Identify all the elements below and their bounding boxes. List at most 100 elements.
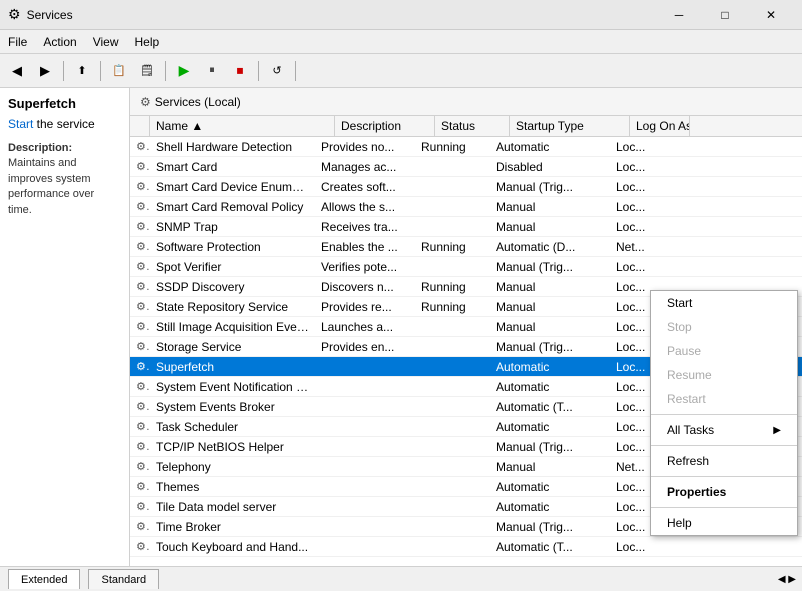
- ctx-label: Help: [667, 516, 692, 530]
- row-name: Time Broker: [150, 519, 315, 535]
- row-name: Task Scheduler: [150, 419, 315, 435]
- menu-view[interactable]: View: [85, 30, 127, 53]
- ctx-label: Refresh: [667, 454, 709, 468]
- row-name: System Events Broker: [150, 399, 315, 415]
- row-status: [415, 186, 490, 188]
- tb-sep1: [63, 61, 64, 81]
- ctx-separator: [651, 476, 797, 477]
- row-status: [415, 486, 490, 488]
- row-icon: ⚙: [130, 279, 150, 294]
- col-hdr-name[interactable]: Name ▲: [150, 116, 335, 136]
- row-desc: Discovers n...: [315, 279, 415, 295]
- row-icon: ⚙: [130, 219, 150, 234]
- ctx-label: Start: [667, 296, 692, 310]
- toolbar: ◀ ▶ ⬆ 📋 🗒 ▶ ⏸ ⏹ ↺: [0, 54, 802, 88]
- row-icon: ⚙: [130, 319, 150, 334]
- right-panel: ⚙ Services (Local) Name ▲ Description St…: [130, 88, 802, 566]
- row-desc: [315, 386, 415, 388]
- table-row[interactable]: ⚙ Spot Verifier Verifies pote... Manual …: [130, 257, 802, 277]
- breadcrumb-bar: ⚙ Services (Local): [130, 88, 802, 116]
- desc-label: Description:: [8, 142, 72, 154]
- ctx-item-all-tasks[interactable]: All Tasks▶: [651, 418, 797, 442]
- submenu-arrow: ▶: [773, 425, 781, 436]
- list-header: Name ▲ Description Status Startup Type L…: [130, 116, 802, 137]
- tb-start[interactable]: ▶: [171, 58, 197, 84]
- row-icon: ⚙: [130, 299, 150, 314]
- row-name: Touch Keyboard and Hand...: [150, 539, 315, 555]
- row-name: Tile Data model server: [150, 499, 315, 515]
- minimize-button[interactable]: ─: [656, 0, 702, 30]
- col-hdr-status[interactable]: Status: [435, 116, 510, 136]
- breadcrumb-icon: ⚙: [140, 95, 151, 109]
- table-row[interactable]: ⚙ Smart Card Removal Policy Allows the s…: [130, 197, 802, 217]
- ctx-item-refresh[interactable]: Refresh: [651, 449, 797, 473]
- status-bar: Extended Standard ◀ ▶: [0, 566, 802, 591]
- tab-standard[interactable]: Standard: [88, 569, 159, 589]
- row-name: SSDP Discovery: [150, 279, 315, 295]
- ctx-item-start[interactable]: Start: [651, 291, 797, 315]
- row-status: Running: [415, 239, 490, 255]
- row-desc: [315, 506, 415, 508]
- table-row[interactable]: ⚙ Smart Card Manages ac... Disabled Loc.…: [130, 157, 802, 177]
- row-desc: Allows the s...: [315, 199, 415, 215]
- row-icon: ⚙: [130, 379, 150, 394]
- row-log: Loc...: [610, 159, 670, 175]
- left-panel-header: Superfetch: [8, 96, 121, 111]
- row-name: SNMP Trap: [150, 219, 315, 235]
- row-startup: Manual: [490, 219, 610, 235]
- tb-show-hide[interactable]: 📋: [106, 58, 132, 84]
- row-name: Superfetch: [150, 359, 315, 375]
- row-log: Loc...: [610, 259, 670, 275]
- menu-action[interactable]: Action: [35, 30, 84, 53]
- row-startup: Manual (Trig...: [490, 179, 610, 195]
- row-desc: [315, 486, 415, 488]
- window-title: Services: [27, 8, 656, 22]
- close-button[interactable]: ✕: [748, 0, 794, 30]
- row-name: Smart Card Device Enumera...: [150, 179, 315, 195]
- table-row[interactable]: ⚙ Shell Hardware Detection Provides no..…: [130, 137, 802, 157]
- row-desc: Verifies pote...: [315, 259, 415, 275]
- row-name: Themes: [150, 479, 315, 495]
- row-status: [415, 226, 490, 228]
- tb-up[interactable]: ⬆: [69, 58, 95, 84]
- tab-extended[interactable]: Extended: [8, 569, 80, 589]
- row-startup: Manual: [490, 299, 610, 315]
- menu-help[interactable]: Help: [127, 30, 168, 53]
- tb-pause[interactable]: ⏸: [199, 58, 225, 84]
- ctx-item-properties[interactable]: Properties: [651, 480, 797, 504]
- tb-stop[interactable]: ⏹: [227, 58, 253, 84]
- row-startup: Automatic: [490, 479, 610, 495]
- row-startup: Manual (Trig...: [490, 339, 610, 355]
- table-row[interactable]: ⚙ Smart Card Device Enumera... Creates s…: [130, 177, 802, 197]
- row-icon: ⚙: [130, 159, 150, 174]
- ctx-item-help[interactable]: Help: [651, 511, 797, 535]
- row-icon: ⚙: [130, 419, 150, 434]
- desc-text: Maintains and improves system performanc…: [8, 157, 94, 215]
- tb-forward[interactable]: ▶: [32, 58, 58, 84]
- table-row[interactable]: ⚙ Software Protection Enables the ... Ru…: [130, 237, 802, 257]
- tb-properties[interactable]: 🗒: [134, 58, 160, 84]
- tb-back[interactable]: ◀: [4, 58, 30, 84]
- main-container: Superfetch Start the service Description…: [0, 88, 802, 566]
- col-hdr-startup[interactable]: Startup Type: [510, 116, 630, 136]
- row-status: Running: [415, 139, 490, 155]
- ctx-item-resume: Resume: [651, 363, 797, 387]
- row-status: [415, 346, 490, 348]
- menu-file[interactable]: File: [0, 30, 35, 53]
- col-hdr-desc[interactable]: Description: [335, 116, 435, 136]
- tb-sep4: [258, 61, 259, 81]
- col-hdr-log[interactable]: Log On As: [630, 116, 690, 136]
- row-icon: ⚙: [130, 239, 150, 254]
- ctx-item-restart: Restart: [651, 387, 797, 411]
- ctx-label: Stop: [667, 320, 692, 334]
- tb-restart[interactable]: ↺: [264, 58, 290, 84]
- table-row[interactable]: ⚙ SNMP Trap Receives tra... Manual Loc..…: [130, 217, 802, 237]
- row-startup: Manual: [490, 199, 610, 215]
- tb-sep2: [100, 61, 101, 81]
- row-status: [415, 266, 490, 268]
- scroll-arrows[interactable]: ◀ ▶: [778, 574, 796, 585]
- maximize-button[interactable]: □: [702, 0, 748, 30]
- start-service-link[interactable]: Start: [8, 117, 33, 131]
- table-row[interactable]: ⚙ Touch Keyboard and Hand... Automatic (…: [130, 537, 802, 557]
- row-status: [415, 406, 490, 408]
